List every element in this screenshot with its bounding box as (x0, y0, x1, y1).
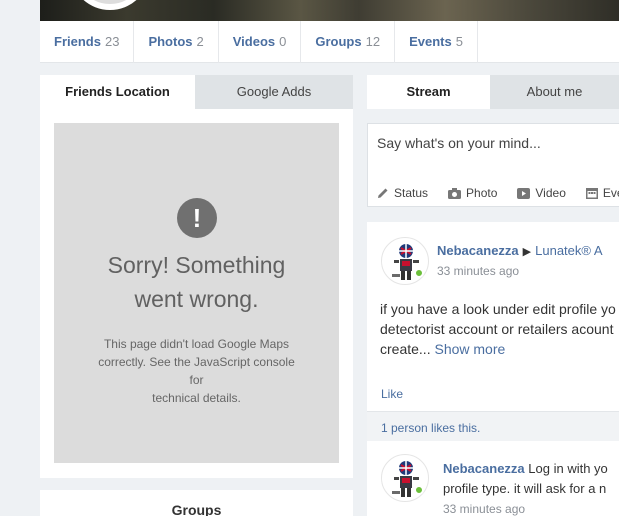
nav-count: 5 (455, 34, 463, 49)
status-button[interactable]: Status (377, 186, 428, 200)
nav-label: Videos (232, 34, 276, 49)
post-header: Nebacanezza ▶ Lunatek® A (437, 243, 603, 258)
groups-title: Groups (171, 502, 222, 516)
map-error-description: This page didn't load Google Maps correc… (94, 335, 299, 407)
map-error-desc-line: correctly. See the JavaScript console fo… (98, 355, 295, 387)
tab-friends-location[interactable]: Friends Location (40, 75, 195, 109)
post-timestamp[interactable]: 33 minutes ago (437, 264, 519, 278)
comment-author-link[interactable]: Nebacanezza (443, 461, 525, 476)
post-body-line: if you have a look under edit profile yo (380, 301, 616, 317)
nav-label: Friends (54, 34, 101, 49)
post-body-line: create... (380, 341, 431, 357)
photo-button[interactable]: Photo (448, 186, 497, 200)
comment-timestamp[interactable]: 33 minutes ago (443, 502, 525, 516)
tab-stream[interactable]: Stream (367, 75, 490, 109)
comment-text-line: profile type. it will ask for a n (443, 481, 607, 496)
nav-label: Photos (148, 34, 193, 49)
profile-nav: Friends 23 Photos 2 Videos 0 Groups 12 Event… (40, 21, 619, 63)
nav-label: Events (409, 34, 452, 49)
nav-photos[interactable]: Photos 2 (134, 21, 219, 63)
event-button[interactable]: Eve (585, 186, 619, 200)
exclamation-icon: ! (177, 198, 217, 238)
video-button[interactable]: Video (517, 186, 566, 200)
online-status-dot (414, 485, 424, 495)
nav-count: 2 (196, 34, 204, 49)
status-label: Status (394, 186, 429, 200)
comment-text-line: Log in with yo (528, 461, 608, 476)
post-body-line: detectorist account or retailers acount (380, 321, 614, 337)
nav-groups[interactable]: Groups 12 (301, 21, 396, 63)
event-label: Eve (602, 186, 619, 200)
video-icon (517, 187, 531, 199)
profile-avatar[interactable] (70, 0, 150, 10)
left-tabbar: Friends Location Google Adds (40, 75, 353, 109)
stream-tabbar: Stream About me (367, 75, 619, 109)
nav-count: 12 (365, 34, 381, 49)
cover-photo (40, 0, 619, 21)
friends-location-panel: Friends Location Google Adds ! Sorry! So… (40, 75, 353, 478)
status-composer: Say what's on your mind... Status Photo … (367, 123, 619, 207)
tab-about-me[interactable]: About me (490, 75, 619, 109)
post-body: if you have a look under edit profile yo… (380, 299, 619, 359)
nav-events[interactable]: Events 5 (395, 21, 478, 63)
likes-summary-bar: 1 person likes this. (367, 411, 619, 441)
robot-avatar-icon (392, 461, 419, 497)
nav-label: Groups (315, 34, 362, 49)
post-author-avatar[interactable] (381, 237, 429, 285)
comment-author-avatar[interactable] (381, 454, 429, 502)
show-more-link[interactable]: Show more (434, 341, 505, 357)
map-error-title-line: Sorry! Something (107, 252, 286, 278)
map-error-desc-line: technical details. (152, 391, 241, 405)
nav-videos[interactable]: Videos 0 (219, 21, 302, 63)
like-button[interactable]: Like (381, 387, 403, 401)
nav-count: 0 (279, 34, 287, 49)
calendar-icon (585, 188, 598, 199)
post-author-link[interactable]: Nebacanezza (437, 243, 519, 258)
camera-icon (448, 187, 462, 199)
arrow-right-icon: ▶ (522, 246, 532, 258)
online-status-dot (414, 268, 424, 278)
map-error-title: Sorry! Something went wrong. (64, 248, 329, 316)
groups-panel: Groups (40, 490, 353, 516)
video-label: Video (535, 186, 566, 200)
pencil-icon (378, 188, 388, 198)
robot-avatar-icon (392, 244, 419, 280)
map-error-box: ! Sorry! Something went wrong. This page… (54, 123, 339, 463)
composer-actions: Status Photo Video Eve (377, 186, 619, 200)
post-target-link[interactable]: Lunatek® A (535, 243, 602, 258)
comment-body: Nebacanezza Log in with yo profile type.… (443, 459, 619, 499)
tab-google-adds[interactable]: Google Adds (195, 75, 353, 109)
nav-friends[interactable]: Friends 23 (40, 21, 135, 63)
composer-input[interactable]: Say what's on your mind... (377, 135, 541, 151)
map-error-title-line: went wrong. (134, 286, 259, 312)
map-error-desc-line: This page didn't load Google Maps (103, 337, 290, 351)
photo-label: Photo (466, 186, 498, 200)
likes-summary-link[interactable]: 1 person likes this. (381, 421, 480, 435)
stream-post: Nebacanezza ▶ Lunatek® A 33 minutes ago if… (367, 222, 619, 516)
nav-count: 23 (104, 34, 120, 49)
